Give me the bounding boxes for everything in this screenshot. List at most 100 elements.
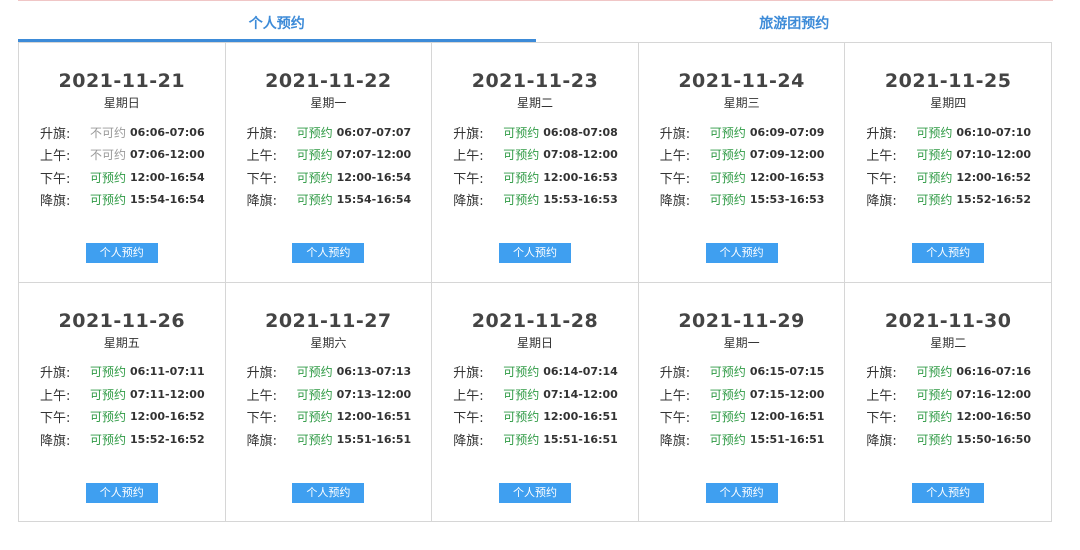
time-slot-row: 降旗: 可预约 15:51-16:51 bbox=[453, 428, 638, 451]
day-date: 2021-11-25 bbox=[884, 70, 1012, 92]
time-slot-row: 升旗: 可预约 06:13-07:13 bbox=[247, 361, 432, 384]
slot-time: 07:14-12:00 bbox=[543, 387, 618, 401]
day-weekday: 星期二 bbox=[516, 96, 553, 110]
slot-name: 降旗: bbox=[246, 194, 277, 210]
slot-time: 07:08-12:00 bbox=[543, 148, 618, 162]
time-slot-row: 升旗: 可预约 06:14-07:14 bbox=[453, 361, 638, 384]
personal-booking-button[interactable]: 个人预约 bbox=[292, 243, 365, 263]
slot-name: 下午: bbox=[866, 411, 897, 427]
slot-time: 06:06-07:06 bbox=[130, 125, 205, 139]
time-slot-row: 升旗: 可预约 06:11-07:11 bbox=[40, 361, 225, 384]
slot-status: 可预约 bbox=[503, 365, 540, 380]
slot-time: 07:15-12:00 bbox=[749, 387, 825, 401]
day-card: 2021-11-29 星期一 升旗: 可预约 06:15-07:15 上午: 可预约 07:1… bbox=[638, 282, 846, 522]
slot-status: 可预约 bbox=[709, 170, 746, 185]
slot-time: 07:16-12:00 bbox=[956, 387, 1031, 401]
slot-name: 上午: bbox=[866, 149, 897, 165]
day-card: 2021-11-21 星期日 升旗: 不可约 06:06-07:06 上午: 不可约 07:0… bbox=[19, 43, 226, 283]
slot-status: 可预约 bbox=[709, 193, 746, 208]
slot-time: 12:00-16:50 bbox=[956, 410, 1031, 424]
slot-name: 上午: bbox=[659, 149, 691, 165]
personal-booking-button[interactable]: 个人预约 bbox=[705, 482, 778, 503]
slot-time: 06:14-07:14 bbox=[543, 365, 618, 379]
day-weekday: 星期四 bbox=[930, 96, 967, 110]
slot-name: 升旗: bbox=[246, 366, 277, 382]
personal-booking-button[interactable]: 个人预约 bbox=[292, 482, 365, 503]
personal-booking-button[interactable]: 个人预约 bbox=[912, 243, 985, 263]
day-date: 2021-11-27 bbox=[265, 309, 392, 332]
personal-booking-button[interactable]: 个人预约 bbox=[85, 482, 158, 503]
slot-time: 15:50-16:50 bbox=[956, 432, 1031, 446]
day-date: 2021-11-24 bbox=[678, 70, 805, 92]
slot-name: 下午: bbox=[659, 411, 691, 427]
day-card: 2021-11-22 星期一 升旗: 可预约 06:07-07:07 上午: 可预约 07:0… bbox=[225, 43, 433, 283]
slot-name: 升旗: bbox=[40, 366, 71, 382]
time-slot-row: 上午: 可预约 07:10-12:00 bbox=[866, 144, 1051, 167]
slot-time: 15:54-16:54 bbox=[336, 193, 412, 207]
slot-name: 下午: bbox=[866, 171, 897, 187]
day-weekday: 星期一 bbox=[723, 335, 760, 350]
slot-status: 可预约 bbox=[709, 365, 746, 380]
day-card: 2021-11-28 星期日 升旗: 可预约 06:14-07:14 上午: 可预约 07:1… bbox=[432, 282, 639, 522]
slot-name: 升旗: bbox=[659, 126, 691, 142]
day-date: 2021-11-22 bbox=[265, 70, 392, 92]
slot-name: 降旗: bbox=[866, 433, 897, 449]
time-slot-row: 升旗: 可预约 06:15-07:15 bbox=[660, 361, 845, 384]
slot-name: 升旗: bbox=[40, 126, 71, 142]
slot-status: 可预约 bbox=[503, 125, 540, 140]
slot-name: 上午: bbox=[659, 388, 691, 404]
day-card: 2021-11-25 星期四 升旗: 可预约 06:10-07:10 上午: 可预约 07:1… bbox=[845, 43, 1052, 283]
time-slot-row: 升旗: 可预约 06:16-07:16 bbox=[866, 361, 1051, 384]
slot-time: 06:16-07:16 bbox=[956, 365, 1031, 379]
slot-time: 06:09-07:09 bbox=[749, 125, 825, 139]
time-slot-row: 下午: 可预约 12:00-16:51 bbox=[660, 406, 845, 429]
slot-name: 上午: bbox=[866, 388, 897, 404]
time-slot-row: 下午: 可预约 12:00-16:52 bbox=[866, 166, 1051, 189]
slot-time: 12:00-16:54 bbox=[336, 170, 412, 184]
slot-time: 07:10-12:00 bbox=[956, 148, 1031, 162]
tab-personal-booking[interactable]: 个人预约 bbox=[18, 8, 536, 42]
personal-booking-button[interactable]: 个人预约 bbox=[498, 243, 571, 263]
time-slot-list: 升旗: 可预约 06:14-07:14 上午: 可预约 07:14-12:00 下午: 可预约… bbox=[432, 361, 638, 451]
slot-time: 07:11-12:00 bbox=[130, 387, 205, 401]
slot-status: 可预约 bbox=[916, 193, 953, 208]
top-divider bbox=[18, 0, 1053, 1]
time-slot-row: 上午: 不可约 07:06-12:00 bbox=[40, 144, 225, 167]
date-grid: 2021-11-21 星期日 升旗: 不可约 06:06-07:06 上午: 不可约 07:0… bbox=[18, 42, 1052, 522]
slot-status: 可预约 bbox=[916, 125, 953, 140]
time-slot-row: 上午: 可预约 07:08-12:00 bbox=[453, 144, 638, 167]
personal-booking-button[interactable]: 个人预约 bbox=[498, 482, 571, 503]
slot-status: 可预约 bbox=[916, 365, 953, 380]
time-slot-row: 升旗: 可预约 06:08-07:08 bbox=[453, 121, 638, 144]
slot-time: 07:06-12:00 bbox=[130, 148, 205, 162]
slot-time: 15:51-16:51 bbox=[749, 432, 825, 446]
day-card: 2021-11-23 星期二 升旗: 可预约 06:08-07:08 上午: 可预约 07:0… bbox=[432, 43, 639, 283]
slot-status: 可预约 bbox=[709, 432, 746, 447]
time-slot-row: 下午: 可预约 12:00-16:51 bbox=[453, 406, 638, 429]
slot-name: 降旗: bbox=[246, 433, 277, 449]
slot-name: 上午: bbox=[40, 149, 71, 165]
slot-status: 可预约 bbox=[296, 193, 333, 208]
slot-status: 可预约 bbox=[916, 170, 953, 185]
slot-time: 15:52-16:52 bbox=[956, 193, 1031, 207]
slot-status: 可预约 bbox=[90, 432, 127, 447]
slot-name: 上午: bbox=[453, 388, 484, 404]
personal-booking-button[interactable]: 个人预约 bbox=[705, 243, 778, 263]
personal-booking-button[interactable]: 个人预约 bbox=[912, 482, 985, 503]
time-slot-row: 下午: 可预约 12:00-16:51 bbox=[247, 406, 432, 429]
booking-tabs: 个人预约 旅游团预约 bbox=[18, 8, 1053, 42]
slot-status: 可预约 bbox=[296, 365, 333, 380]
time-slot-row: 升旗: 可预约 06:10-07:10 bbox=[866, 121, 1051, 144]
time-slot-row: 上午: 可预约 07:14-12:00 bbox=[453, 383, 638, 406]
slot-time: 07:07-12:00 bbox=[336, 148, 412, 162]
slot-name: 上午: bbox=[246, 149, 277, 165]
time-slot-row: 上午: 可预约 07:09-12:00 bbox=[660, 144, 845, 167]
day-date: 2021-11-29 bbox=[678, 309, 805, 332]
time-slot-row: 升旗: 不可约 06:06-07:06 bbox=[40, 121, 225, 144]
slot-time: 12:00-16:54 bbox=[130, 170, 205, 184]
tab-tour-group-booking[interactable]: 旅游团预约 bbox=[536, 8, 1054, 42]
day-date: 2021-11-30 bbox=[884, 309, 1012, 332]
slot-status: 可预约 bbox=[916, 148, 953, 163]
personal-booking-button[interactable]: 个人预约 bbox=[85, 243, 158, 263]
slot-status: 可预约 bbox=[296, 432, 333, 447]
